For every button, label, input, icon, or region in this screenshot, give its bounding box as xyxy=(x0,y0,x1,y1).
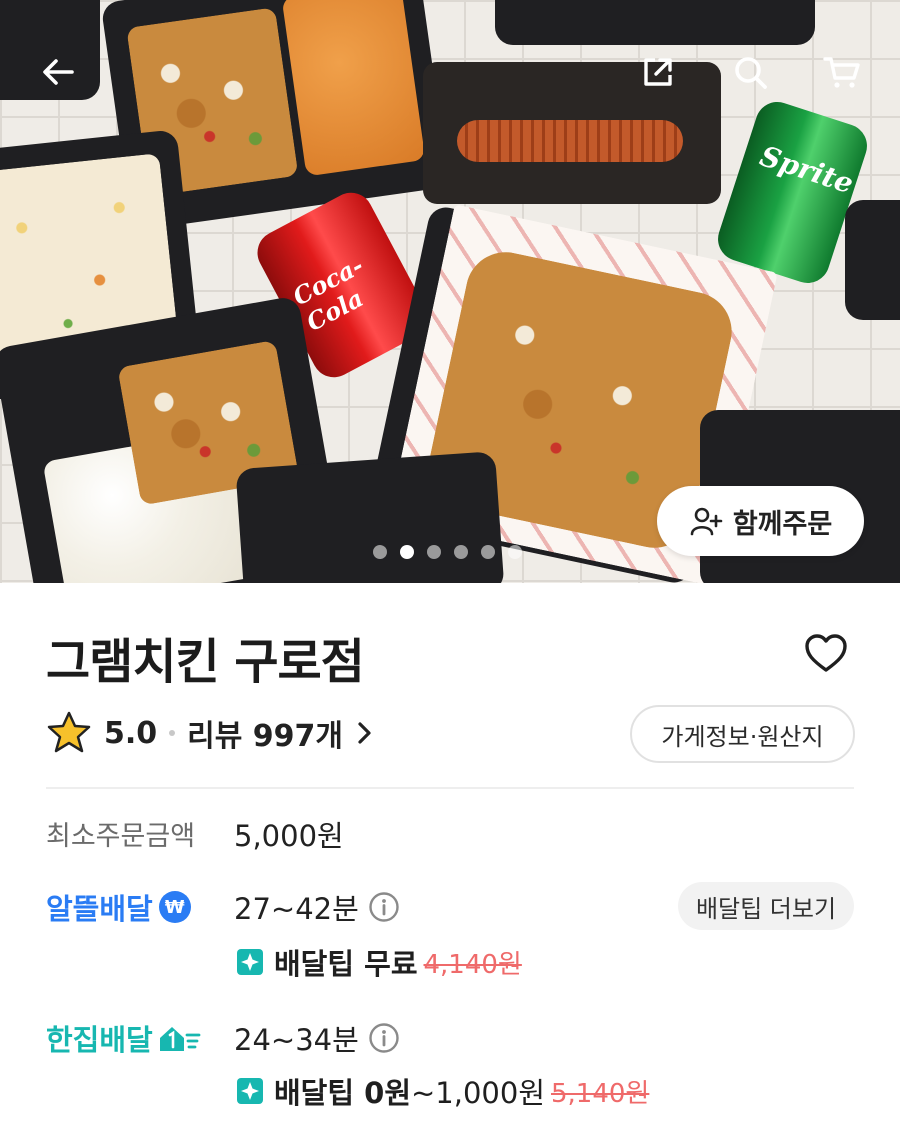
min-order-value: 5,000원 xyxy=(234,819,344,853)
tip-more-button[interactable]: 배달팁 더보기 xyxy=(678,882,854,930)
store-info-button[interactable]: 가게정보·원산지 xyxy=(630,705,855,763)
single-tip-range: ~1,000원 xyxy=(411,1076,545,1110)
back-button[interactable] xyxy=(34,48,82,96)
food-container xyxy=(495,0,815,45)
share-icon xyxy=(644,58,672,86)
carousel-dot[interactable] xyxy=(373,545,387,559)
info-icon[interactable] xyxy=(368,891,400,923)
search-button[interactable] xyxy=(726,48,774,96)
saver-tip-row: 배달팁 무료 4,140원 xyxy=(236,940,522,984)
rating-value: 5.0 xyxy=(104,715,158,751)
saver-delivery-label: 알뜰배달 xyxy=(46,892,153,926)
carousel-dot-active[interactable] xyxy=(400,545,414,559)
add-person-icon xyxy=(690,507,723,536)
can-label: Coca-Cola xyxy=(287,250,368,337)
star-icon xyxy=(47,711,91,753)
sparkle-icon xyxy=(237,949,263,975)
review-count-link[interactable]: 리뷰 997개 xyxy=(187,711,343,755)
carousel-dot[interactable] xyxy=(481,545,495,559)
carousel-indicator xyxy=(373,545,522,559)
carousel-dot[interactable] xyxy=(427,545,441,559)
store-title: 그램치킨 구로점 xyxy=(46,634,365,690)
can-label: Sprite xyxy=(755,139,858,201)
saver-delivery-tag: 알뜰배달 ₩ xyxy=(46,886,191,928)
info-icon[interactable] xyxy=(368,1022,400,1054)
food-container xyxy=(845,200,900,320)
single-tip-original: 5,140원 xyxy=(551,1078,650,1109)
rating-row[interactable]: 5.0 리뷰 997개 xyxy=(46,708,377,758)
search-icon xyxy=(735,57,767,89)
chevron-right-icon xyxy=(358,722,371,744)
heart-icon[interactable] xyxy=(802,630,850,678)
cart-icon xyxy=(823,57,860,88)
saver-tip-label: 배달팁 무료 xyxy=(274,947,418,981)
carousel-dot[interactable] xyxy=(508,545,522,559)
single-tip-row: 배달팁 0원 ~1,000원 5,140원 xyxy=(236,1069,649,1113)
sausage xyxy=(457,120,683,162)
food-container xyxy=(235,451,505,583)
cart-button[interactable] xyxy=(818,48,866,96)
saver-tip-original: 4,140원 xyxy=(423,949,522,980)
group-order-label: 함께주문 xyxy=(732,508,833,540)
min-order-label: 최소주문금액 xyxy=(46,821,196,852)
single-delivery-time: 24~34분 xyxy=(234,1023,359,1057)
won-badge-icon: ₩ xyxy=(158,891,191,923)
separator-dot xyxy=(169,730,176,736)
arrow-left-icon xyxy=(43,59,74,85)
saver-delivery-time: 27~42분 xyxy=(234,892,359,926)
house-speed-icon xyxy=(159,1027,201,1051)
carousel-dot[interactable] xyxy=(454,545,468,559)
sparkle-icon xyxy=(237,1078,263,1104)
single-tip-label: 배달팁 0원 xyxy=(274,1076,411,1110)
single-delivery-label: 한집배달 xyxy=(46,1023,153,1057)
store-hero-image[interactable]: Coca-Cola Sprite 함께주문 xyxy=(0,0,900,583)
group-order-button[interactable]: 함께주문 xyxy=(657,486,864,556)
share-button[interactable] xyxy=(634,48,682,96)
divider xyxy=(46,787,854,789)
single-delivery-tag: 한집배달 xyxy=(46,1017,201,1059)
